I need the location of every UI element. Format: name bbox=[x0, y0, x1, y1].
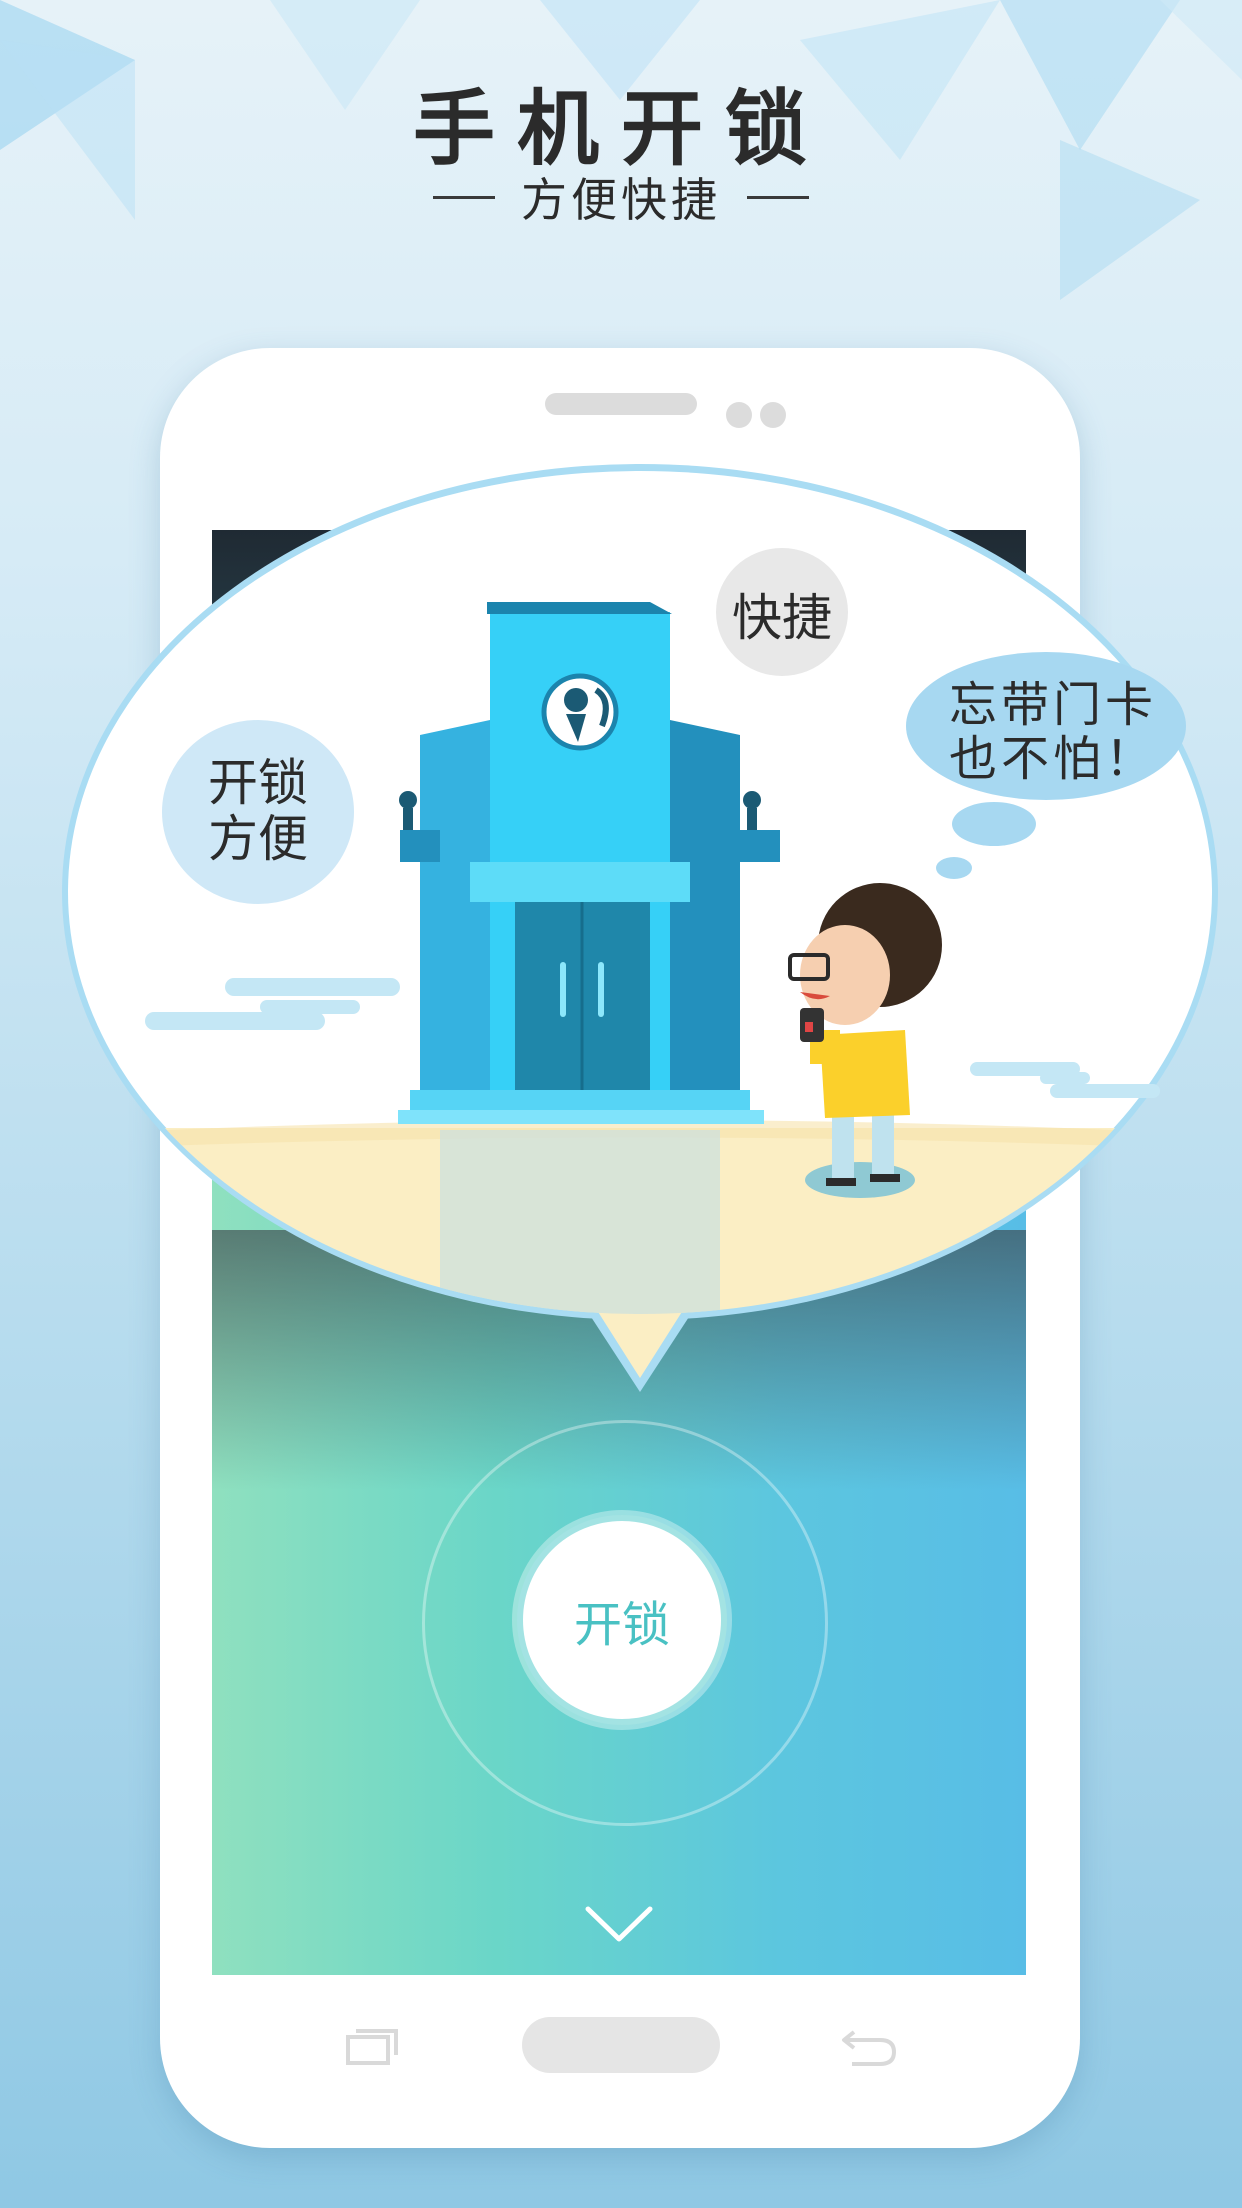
phone-speaker bbox=[545, 393, 697, 415]
thought-text: 忘带门卡 也不怕！ bbox=[908, 678, 1198, 786]
unlock-button-label: 开锁 bbox=[573, 1597, 670, 1653]
home-button[interactable] bbox=[522, 2017, 720, 2073]
chevron-down-icon[interactable] bbox=[584, 1905, 654, 1945]
tag-convenient-line1: 开锁 bbox=[208, 754, 308, 812]
tag-fast-label: 快捷 bbox=[732, 589, 832, 647]
unlock-button[interactable]: 开锁 bbox=[517, 1515, 727, 1725]
phone-camera bbox=[760, 402, 786, 428]
phone-screen: 开锁 bbox=[212, 530, 1026, 1975]
screen-top-area bbox=[212, 530, 1026, 750]
thought-line2: 也不怕！ bbox=[948, 731, 1157, 787]
thought-line1: 忘带门卡 bbox=[948, 677, 1157, 733]
tag-convenient-line2: 方便 bbox=[208, 810, 308, 868]
recent-apps-icon[interactable] bbox=[344, 2025, 400, 2067]
background-triangles bbox=[0, 0, 1242, 300]
back-icon[interactable] bbox=[840, 2022, 898, 2070]
tag-convenient-label: 开锁 方便 bbox=[178, 755, 338, 867]
phone-sensor bbox=[726, 402, 752, 428]
